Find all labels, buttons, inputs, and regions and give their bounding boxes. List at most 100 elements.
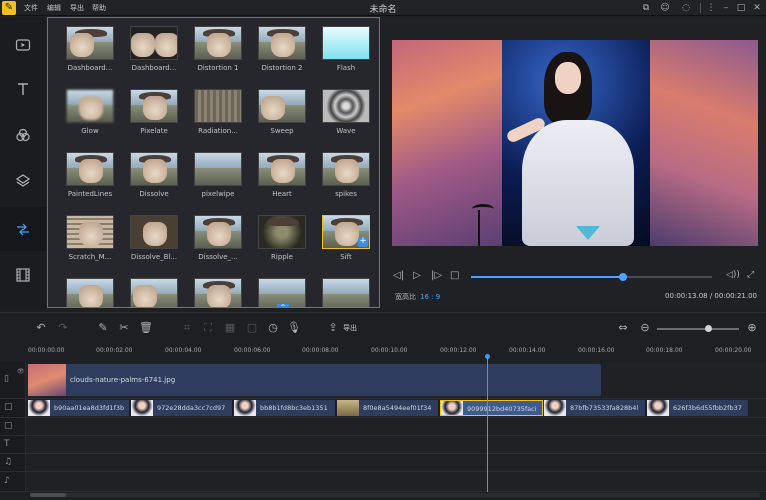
video-clip[interactable]: 626f3b6d55fbb2fb37 (647, 400, 749, 416)
export-button[interactable]: 导出 (343, 323, 357, 333)
aspect-ratio[interactable]: 宽高比 16 : 9 (395, 292, 440, 302)
duration-icon[interactable]: ◷ (266, 321, 280, 335)
effect-tile[interactable]: Dashboard... (66, 26, 116, 72)
effect-tile[interactable] (66, 278, 116, 307)
video-clip[interactable]: b90aa01ea8d3fd1f3b (28, 400, 130, 416)
effect-tile[interactable] (194, 278, 244, 307)
timeline-scrollbar[interactable] (30, 493, 760, 497)
effect-tile[interactable] (130, 278, 180, 307)
timeline-tracks: ▯ 👁 clouds-nature-palms-6741.jpg ▢ b90aa0… (0, 362, 766, 492)
sunset-background-right (650, 40, 758, 246)
edit-icon[interactable]: ✎ (96, 321, 110, 335)
video-track: ▢ b90aa01ea8d3fd1f3b 972e28dda3cc7cd97 b… (0, 399, 766, 418)
feedback-icon[interactable]: ◌ (680, 2, 692, 14)
ruler-label: 00:00:06.00 (234, 347, 271, 354)
effect-label: Distortion 1 (197, 64, 239, 72)
effect-thumbnail (194, 278, 242, 307)
effect-tile[interactable]: spikes (322, 152, 372, 198)
video-clip[interactable]: 87bfb73533fa828b4l (544, 400, 646, 416)
fullscreen-icon[interactable]: ⤢ (747, 270, 754, 280)
progress-handle[interactable] (618, 273, 627, 281)
delete-icon[interactable]: 🗑 (139, 321, 153, 335)
filter-category-button[interactable] (0, 113, 46, 157)
background-image-clip[interactable]: clouds-nature-palms-6741.jpg (28, 364, 601, 396)
zoom-slider[interactable] (657, 325, 739, 332)
preview-canvas[interactable] (392, 40, 758, 246)
share-icon[interactable]: ⧉ (640, 2, 652, 14)
effect-tile[interactable]: Ripple (258, 215, 308, 261)
effect-tile[interactable]: Distortion 2 (258, 26, 308, 72)
maximize-icon[interactable]: □ (735, 2, 747, 14)
menu-file[interactable]: 文件 (24, 3, 38, 13)
effect-tile[interactable]: ^ (258, 278, 308, 307)
export-icon[interactable]: ⇪ (326, 321, 340, 335)
volume-icon[interactable]: ◁)) (726, 270, 740, 280)
play-icon[interactable]: ▷ (413, 270, 421, 281)
scrollbar-thumb[interactable] (30, 493, 66, 497)
clip-name: 8f0e8a5494eef01f34 (363, 404, 432, 412)
minimize-icon[interactable]: – (720, 2, 732, 14)
effect-tile[interactable]: Flash (322, 26, 372, 72)
aspect-ratio-value[interactable]: 16 : 9 (420, 293, 440, 301)
menu-export[interactable]: 导出 (70, 3, 84, 13)
account-icon[interactable]: ☺ (659, 2, 671, 14)
freeze-frame-icon[interactable]: ▢ (245, 321, 259, 335)
stop-icon[interactable]: □ (450, 270, 459, 281)
effect-label: pixelwipe (201, 190, 235, 198)
undo-icon[interactable]: ↶ (34, 321, 48, 335)
transition-category-button[interactable] (0, 207, 46, 251)
video-clip-selected[interactable]: 9099912bd40735faci (440, 400, 543, 416)
zoom-slider-handle[interactable] (705, 325, 712, 332)
close-icon[interactable]: ✕ (751, 2, 763, 14)
next-frame-icon[interactable]: |▷ (431, 270, 442, 281)
video-clip[interactable]: 972e28dda3cc7cd97 (131, 400, 233, 416)
clip-thumbnail (28, 364, 66, 396)
effect-tile[interactable]: Dissolve_Bl... (130, 215, 180, 261)
effect-tile[interactable]: Scratch_M... (66, 215, 116, 261)
effect-thumbnail (258, 215, 306, 249)
record-voice-icon[interactable]: 🎙 (287, 321, 301, 335)
effect-tile-selected[interactable]: + Sift (322, 215, 372, 261)
effect-tile[interactable]: Heart (258, 152, 308, 198)
cut-icon[interactable]: ✂ (117, 321, 131, 335)
effect-tile[interactable]: Dissolve_... (194, 215, 244, 261)
zoom-out-icon[interactable]: ⊖ (638, 321, 652, 335)
effect-tile[interactable]: Sweep (258, 89, 308, 135)
overlay-category-button[interactable] (0, 159, 46, 203)
effect-thumbnail (66, 215, 114, 249)
zoom-in-icon[interactable]: ⊕ (745, 321, 759, 335)
resize-icon[interactable]: ⛶ (201, 321, 215, 335)
video-clip[interactable]: bb8b1fd8bc3eb1351 (234, 400, 336, 416)
menu-edit[interactable]: 编辑 (47, 3, 61, 13)
effect-tile[interactable]: Pixelate (130, 89, 180, 135)
effect-tile[interactable]: Radiation... (194, 89, 244, 135)
settings-icon[interactable]: ⋮ (705, 2, 717, 14)
effect-tile[interactable]: Dissolve (130, 152, 180, 198)
effect-tile[interactable]: PaintedLines (66, 152, 116, 198)
effect-label: Flash (336, 64, 356, 72)
scroll-up-icon[interactable]: ^ (277, 304, 289, 307)
effect-tile[interactable]: Distortion 1 (194, 26, 244, 72)
playback-progress[interactable] (471, 273, 712, 281)
effect-tile[interactable]: pixelwipe (194, 152, 244, 198)
text-category-button[interactable] (0, 67, 46, 111)
track-header: ▢ (0, 418, 26, 435)
prev-frame-icon[interactable]: ◁| (393, 270, 404, 281)
track-visibility-icon[interactable]: 👁 (17, 368, 25, 375)
video-clip[interactable]: 8f0e8a5494eef01f34 (337, 400, 439, 416)
media-category-button[interactable] (0, 23, 46, 67)
effect-tile[interactable]: Dashboard... (130, 26, 180, 72)
element-category-button[interactable] (0, 253, 46, 297)
menu-help[interactable]: 帮助 (92, 3, 106, 13)
effect-label: Scratch_M... (68, 253, 112, 261)
mosaic-icon[interactable]: ▦ (223, 321, 237, 335)
playhead[interactable] (487, 356, 488, 492)
effect-tile[interactable] (322, 278, 372, 307)
add-icon[interactable]: + (358, 237, 368, 247)
effect-tile[interactable]: Wave (322, 89, 372, 135)
effect-tile[interactable]: Glow (66, 89, 116, 135)
redo-icon[interactable]: ↷ (56, 321, 70, 335)
fit-timeline-icon[interactable]: ⇔ (616, 321, 630, 335)
timeline-ruler[interactable]: 00:00:00.00 00:00:02.00 00:00:04.00 00:0… (0, 342, 766, 362)
crop-icon[interactable]: ⌗ (180, 321, 194, 335)
